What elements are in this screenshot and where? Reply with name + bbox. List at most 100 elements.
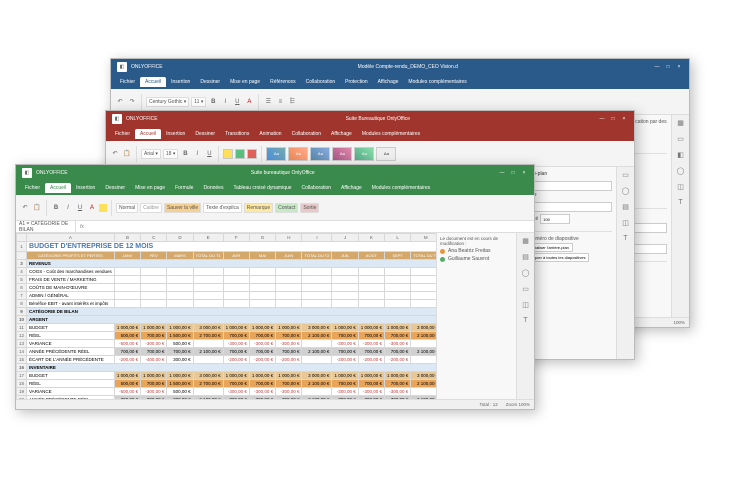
image-icon[interactable]: ▤ xyxy=(620,203,632,215)
tab-collaboration[interactable]: Collaboration xyxy=(301,77,340,87)
shape-icon[interactable]: ◯ xyxy=(675,167,687,179)
style-type[interactable]: Texte d'expilca xyxy=(203,203,242,213)
tab-modules[interactable]: Modules complémentaires xyxy=(367,183,435,193)
undo-icon[interactable]: ↶ xyxy=(115,97,125,107)
tab-tcd[interactable]: Tableau croisé dynamique xyxy=(228,183,296,193)
tab-formule[interactable]: Formule xyxy=(170,183,198,193)
style-save[interactable]: Sauver la ville xyxy=(164,203,201,213)
style-sortie[interactable]: Sortie xyxy=(300,203,319,213)
tab-insertion[interactable]: Insertion xyxy=(71,183,100,193)
shape-icon[interactable]: ◯ xyxy=(620,187,632,199)
fx-icon[interactable]: fx xyxy=(76,224,88,230)
font-color-icon[interactable]: A xyxy=(87,203,97,213)
tab-fichier[interactable]: Fichier xyxy=(110,129,135,139)
theme-preview[interactable]: Aa xyxy=(310,147,330,161)
bold-icon[interactable]: B xyxy=(51,203,61,213)
theme-preview[interactable]: Aa xyxy=(288,147,308,161)
chart-icon[interactable]: ◫ xyxy=(520,301,532,313)
maximize-button[interactable]: □ xyxy=(509,169,517,177)
align-left-icon[interactable]: ⬱ xyxy=(287,97,297,107)
minimize-button[interactable]: — xyxy=(598,115,606,123)
minimize-button[interactable]: — xyxy=(653,63,661,71)
tab-collaboration[interactable]: Collaboration xyxy=(297,183,336,193)
cell-reference[interactable]: A1 = CATÉGORIE DE BILAN xyxy=(16,221,76,233)
chart-icon[interactable]: ◫ xyxy=(620,219,632,231)
tab-dessiner[interactable]: Dessiner xyxy=(100,183,130,193)
style-normal[interactable]: Normal xyxy=(116,203,138,213)
tab-dessiner[interactable]: Dessiner xyxy=(195,77,225,87)
undo-icon[interactable]: ↶ xyxy=(110,149,120,159)
image-icon[interactable]: ▭ xyxy=(520,285,532,297)
table-icon[interactable]: ▤ xyxy=(520,253,532,265)
tab-mise-en-page[interactable]: Mise en page xyxy=(130,183,170,193)
tab-transitions[interactable]: Transitions xyxy=(220,129,254,139)
italic-icon[interactable]: I xyxy=(192,149,202,159)
spreadsheet-grid[interactable]: ABCDEFGHIJKLMNOPQ1BUDGET D'ENTREPRISE DE… xyxy=(16,233,436,399)
tab-accueil[interactable]: Accueil xyxy=(140,77,166,87)
underline-icon[interactable]: U xyxy=(204,149,214,159)
tab-modules[interactable]: Modules complémentaires xyxy=(357,129,425,139)
bold-icon[interactable]: B xyxy=(180,149,190,159)
style-contact[interactable]: Contact xyxy=(275,203,298,213)
tab-donnees[interactable]: Données xyxy=(198,183,228,193)
text-icon[interactable]: T xyxy=(675,199,687,211)
font-select[interactable]: Century Gothic ▾ xyxy=(146,97,189,107)
theme-preview[interactable]: Aa xyxy=(266,147,286,161)
close-button[interactable]: × xyxy=(620,115,628,123)
opacity-input[interactable] xyxy=(540,214,570,224)
tab-accueil[interactable]: Accueil xyxy=(45,183,71,193)
underline-icon[interactable]: U xyxy=(232,97,242,107)
table-icon[interactable]: ▦ xyxy=(675,119,687,131)
style-calibre[interactable]: Calibre xyxy=(140,203,162,213)
tab-animation[interactable]: Animation xyxy=(254,129,286,139)
theme-preview[interactable]: Aa xyxy=(376,147,396,161)
tab-protection[interactable]: Protection xyxy=(340,77,373,87)
tab-references[interactable]: Références xyxy=(265,77,301,87)
font-select[interactable]: Arial ▾ xyxy=(141,149,161,159)
tab-affichage[interactable]: Affichage xyxy=(326,129,357,139)
tab-insertion[interactable]: Insertion xyxy=(166,77,195,87)
tab-accueil[interactable]: Accueil xyxy=(135,129,161,139)
bold-icon[interactable]: B xyxy=(208,97,218,107)
tab-mise-en-page[interactable]: Mise en page xyxy=(225,77,265,87)
fill-color-icon[interactable] xyxy=(99,204,107,212)
shape-icon[interactable]: ◯ xyxy=(520,269,532,281)
underline-icon[interactable]: U xyxy=(75,203,85,213)
maximize-button[interactable]: □ xyxy=(609,115,617,123)
undo-icon[interactable]: ↶ xyxy=(20,203,30,213)
text-icon[interactable]: T xyxy=(620,235,632,247)
close-button[interactable]: × xyxy=(520,169,528,177)
cell-settings-icon[interactable]: ▦ xyxy=(520,237,532,249)
font-size[interactable]: 11 ▾ xyxy=(191,97,206,107)
minimize-button[interactable]: — xyxy=(498,169,506,177)
numbering-icon[interactable]: ≡ xyxy=(275,97,285,107)
font-color-icon[interactable]: A xyxy=(244,97,254,107)
zoom-label[interactable]: Zoom 100% xyxy=(506,402,530,407)
redo-icon[interactable]: ↷ xyxy=(127,97,137,107)
maximize-button[interactable]: □ xyxy=(664,63,672,71)
zoom-label[interactable]: 100% xyxy=(673,320,685,325)
bullets-icon[interactable]: ☰ xyxy=(263,97,273,107)
chart-icon[interactable]: ◫ xyxy=(675,183,687,195)
close-button[interactable]: × xyxy=(675,63,683,71)
tab-modules[interactable]: Modules complémentaires xyxy=(403,77,471,87)
tab-dessiner[interactable]: Dessiner xyxy=(190,129,220,139)
header-icon[interactable]: ◧ xyxy=(675,151,687,163)
tab-fichier[interactable]: Fichier xyxy=(20,183,45,193)
paste-icon[interactable]: 📋 xyxy=(122,149,132,159)
tab-affichage[interactable]: Affichage xyxy=(336,183,367,193)
tab-collaboration[interactable]: Collaboration xyxy=(287,129,326,139)
slide-settings-icon[interactable]: ▭ xyxy=(620,171,632,183)
tab-affichage[interactable]: Affichage xyxy=(373,77,404,87)
color-red[interactable] xyxy=(247,149,257,159)
color-green[interactable] xyxy=(235,149,245,159)
color-yellow[interactable] xyxy=(223,149,233,159)
italic-icon[interactable]: I xyxy=(63,203,73,213)
text-icon[interactable]: T xyxy=(520,317,532,329)
tab-insertion[interactable]: Insertion xyxy=(161,129,190,139)
paste-icon[interactable]: 📋 xyxy=(32,203,42,213)
theme-preview[interactable]: Aa xyxy=(332,147,352,161)
italic-icon[interactable]: I xyxy=(220,97,230,107)
theme-preview[interactable]: Aa xyxy=(354,147,374,161)
tab-fichier[interactable]: Fichier xyxy=(115,77,140,87)
